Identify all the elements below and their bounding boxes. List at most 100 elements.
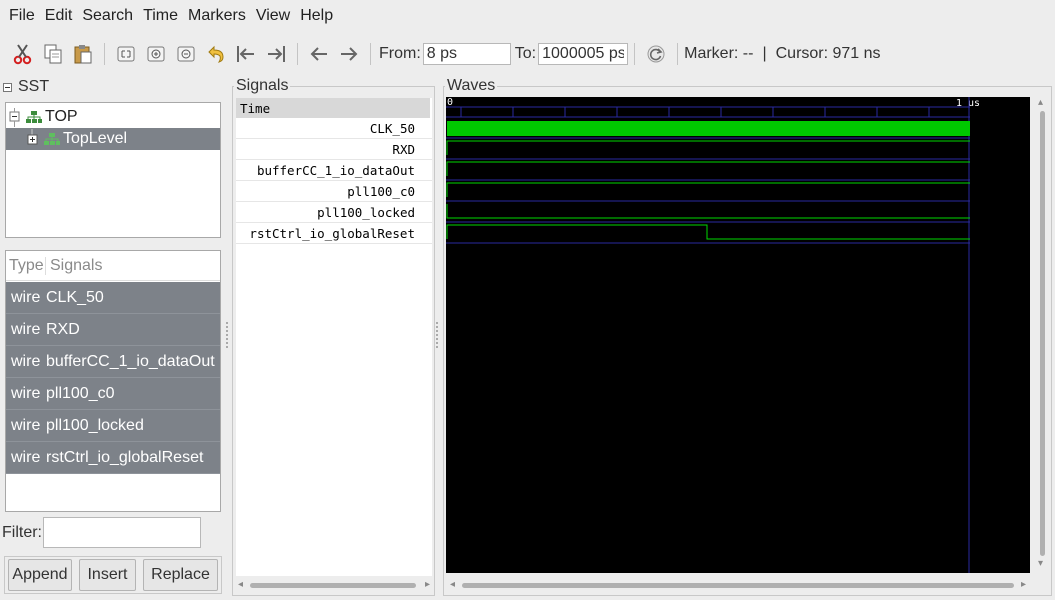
scroll-down-icon[interactable]: ▾ xyxy=(1038,558,1043,569)
signal-row[interactable]: wire rstCtrl_io_globalReset xyxy=(6,442,220,474)
toolbar: From: To: Marker: -- | Cursor: 971 ns xyxy=(0,36,1055,72)
signal-name-row[interactable]: rstCtrl_io_globalReset xyxy=(236,223,432,244)
filter-input[interactable] xyxy=(43,517,201,548)
menu-bar: File Edit Search Time Markers View Help xyxy=(0,0,1055,32)
module-icon xyxy=(44,133,60,145)
sst-header: SST xyxy=(3,78,52,96)
signal-row[interactable]: wire RXD xyxy=(6,314,220,346)
signal-row[interactable]: wire bufferCC_1_io_dataOut xyxy=(6,346,220,378)
signal-name-row[interactable]: CLK_50 xyxy=(236,118,432,139)
row-separators xyxy=(446,97,970,573)
menu-markers[interactable]: Markers xyxy=(183,7,251,25)
sst-signal-list[interactable]: Type Signals wire CLK_50 wire RXD wire buff… xyxy=(5,250,221,512)
wave-rxd xyxy=(446,140,970,155)
wave-clk-50 xyxy=(447,121,970,136)
time-header: Time xyxy=(236,98,430,118)
signal-type: wire xyxy=(11,352,41,370)
toolbar-separator xyxy=(677,43,679,65)
column-signals[interactable]: Signals xyxy=(46,257,102,275)
signal-name: pll100_c0 xyxy=(46,384,115,402)
paste-icon[interactable] xyxy=(70,41,96,67)
to-label: To: xyxy=(514,45,537,62)
signals-scrollbar[interactable]: ◂ ▸ xyxy=(236,578,432,592)
wave-pll100-c0 xyxy=(446,182,970,197)
wave-buffercc-dataout xyxy=(446,161,970,176)
menu-search[interactable]: Search xyxy=(77,7,138,25)
toolbar-separator xyxy=(297,43,298,65)
waveform-canvas[interactable]: 0 1 us xyxy=(446,97,1030,573)
zoom-out-icon[interactable] xyxy=(173,41,199,67)
waves-title: Waves xyxy=(445,77,498,95)
menu-view[interactable]: View xyxy=(251,7,295,25)
forward-icon[interactable] xyxy=(336,41,362,67)
menu-edit[interactable]: Edit xyxy=(40,7,78,25)
signal-type: wire xyxy=(11,320,41,338)
tree-item-label: TopLevel xyxy=(63,130,128,147)
menu-help[interactable]: Help xyxy=(295,7,338,25)
column-type[interactable]: Type xyxy=(6,256,46,275)
pane-grip[interactable] xyxy=(100,241,126,253)
signal-name-row[interactable]: pll100_c0 xyxy=(236,181,432,202)
pane-grip[interactable] xyxy=(226,322,228,348)
tree-item-top[interactable]: TOP xyxy=(6,106,220,128)
zoom-start-icon[interactable] xyxy=(233,41,259,67)
scroll-up-icon[interactable]: ▴ xyxy=(1038,97,1043,108)
signal-type: wire xyxy=(11,416,41,434)
signal-name: bufferCC_1_io_dataOut xyxy=(46,352,215,370)
append-button[interactable]: Append xyxy=(8,559,72,591)
menu-file[interactable]: File xyxy=(4,7,40,25)
signals-title: Signals xyxy=(234,77,291,95)
cut-icon[interactable] xyxy=(10,41,36,67)
module-icon xyxy=(26,111,42,123)
scroll-right-icon[interactable]: ▸ xyxy=(425,579,430,590)
zoom-fit-icon[interactable] xyxy=(113,41,139,67)
signal-name: CLK_50 xyxy=(46,288,104,306)
time-start-label: 0 xyxy=(447,97,453,108)
to-time-input[interactable] xyxy=(538,43,629,65)
time-end-label: 1 us xyxy=(956,98,980,109)
replace-button[interactable]: Replace xyxy=(143,559,218,591)
cursor-status: Cursor: 971 ns xyxy=(775,45,881,62)
status-separator: | xyxy=(762,45,767,62)
pane-grip[interactable] xyxy=(436,322,438,348)
signal-name: pll100_locked xyxy=(46,416,144,434)
scroll-thumb[interactable] xyxy=(1040,111,1045,556)
back-icon[interactable] xyxy=(306,41,332,67)
signal-type: wire xyxy=(11,448,41,466)
menu-time[interactable]: Time xyxy=(138,7,183,25)
signal-row[interactable]: wire pll100_c0 xyxy=(6,378,220,410)
wave-rstctrl-globalreset xyxy=(446,224,970,240)
signal-row[interactable]: wire CLK_50 xyxy=(6,282,220,314)
zoom-in-icon[interactable] xyxy=(143,41,169,67)
toolbar-separator xyxy=(634,43,636,65)
waves-vscrollbar[interactable]: ▴ ▾ xyxy=(1036,97,1050,573)
tree-item-toplevel[interactable]: TopLevel xyxy=(6,128,220,150)
signal-list-header: Type Signals xyxy=(6,251,220,281)
signal-name-row[interactable]: RXD xyxy=(236,139,432,160)
reload-icon[interactable] xyxy=(643,41,669,67)
scroll-left-icon[interactable]: ◂ xyxy=(238,579,243,590)
signal-name-row[interactable]: bufferCC_1_io_dataOut xyxy=(236,160,432,181)
scroll-thumb[interactable] xyxy=(462,583,1014,588)
collapse-icon[interactable] xyxy=(3,82,12,92)
insert-button[interactable]: Insert xyxy=(79,559,136,591)
toolbar-separator xyxy=(104,43,105,65)
tree-item-label: TOP xyxy=(45,108,78,125)
marker-status: Marker: -- xyxy=(684,45,754,62)
signals-list[interactable]: Time CLK_50 RXD bufferCC_1_io_dataOut pl… xyxy=(236,98,432,576)
from-time-input[interactable] xyxy=(422,43,511,65)
undo-zoom-icon[interactable] xyxy=(203,41,229,67)
from-label: From: xyxy=(379,45,421,62)
filter-label: Filter: xyxy=(2,524,42,541)
signal-type: wire xyxy=(11,288,41,306)
scroll-right-icon[interactable]: ▸ xyxy=(1021,579,1026,590)
scroll-left-icon[interactable]: ◂ xyxy=(450,579,455,590)
hierarchy-tree[interactable]: TOP TopLevel xyxy=(5,102,221,238)
zoom-end-icon[interactable] xyxy=(263,41,289,67)
signal-name-row[interactable]: pll100_locked xyxy=(236,202,432,223)
waves-hscrollbar[interactable]: ◂ ▸ xyxy=(446,578,1030,592)
copy-icon[interactable] xyxy=(40,41,66,67)
scroll-thumb[interactable] xyxy=(250,583,416,588)
time-ruler xyxy=(446,106,970,118)
signal-row[interactable]: wire pll100_locked xyxy=(6,410,220,442)
